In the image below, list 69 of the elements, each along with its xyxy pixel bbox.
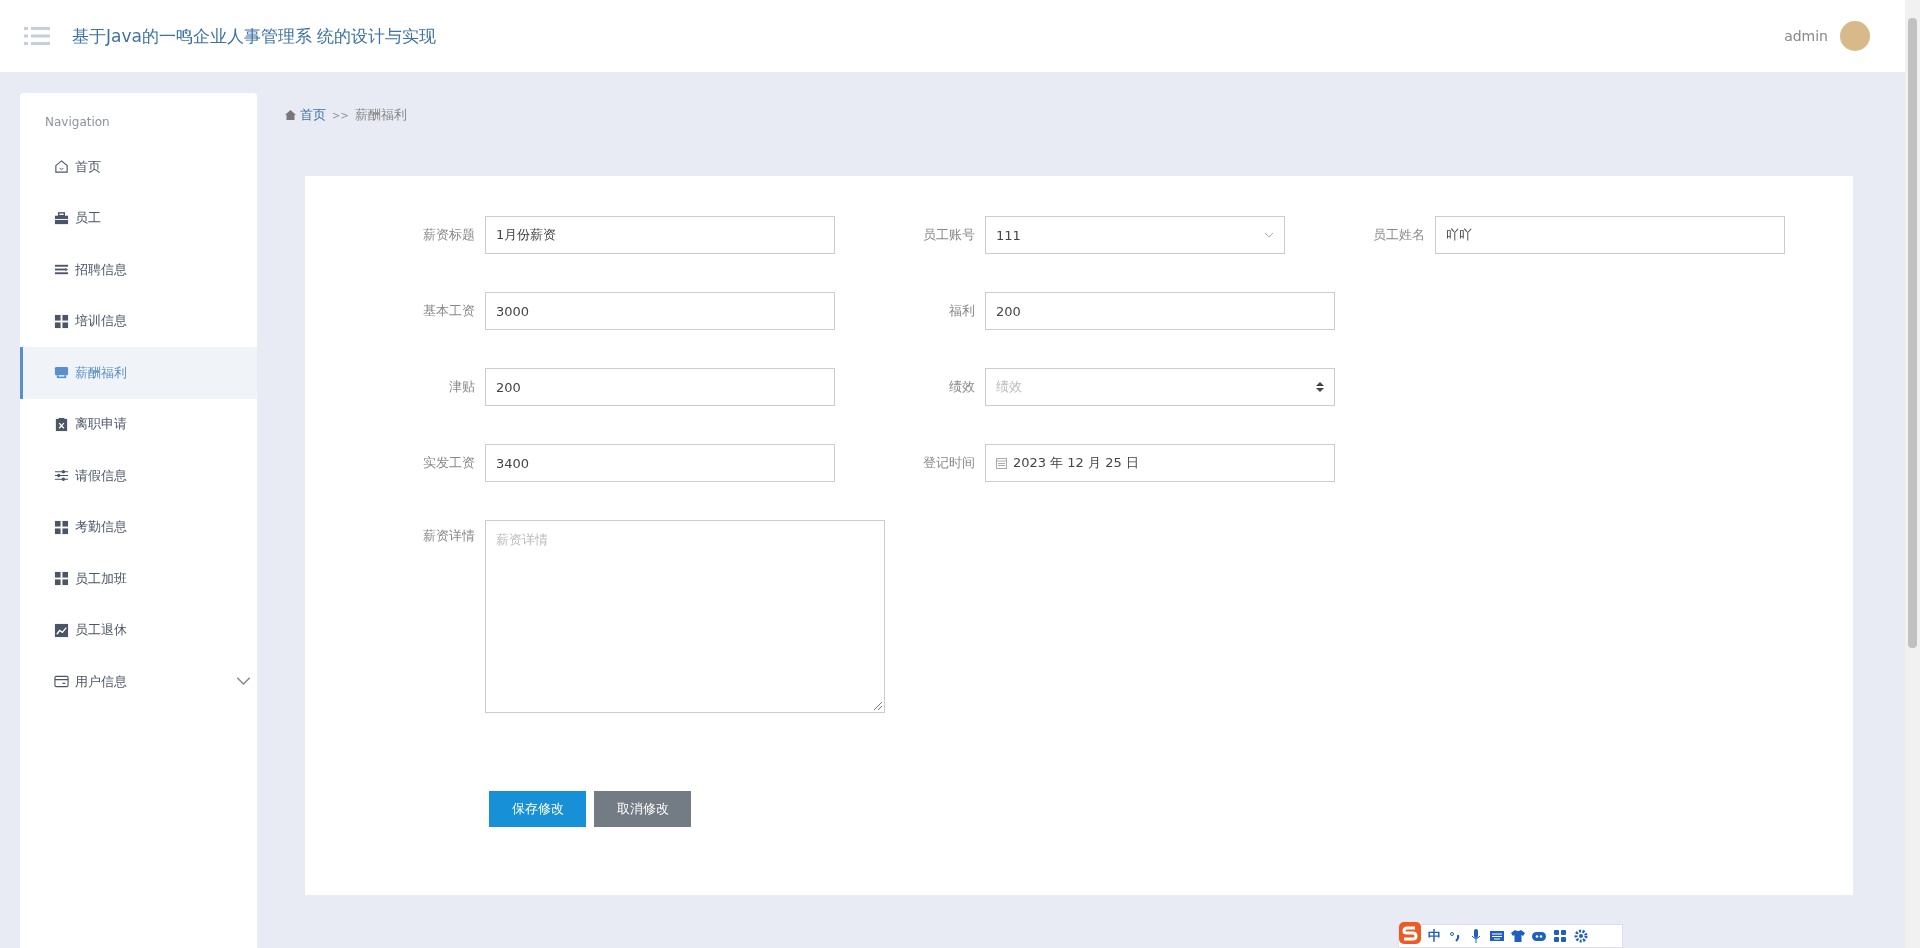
- robot-icon[interactable]: [1532, 929, 1546, 943]
- nav-item[interactable]: 招聘信息: [20, 244, 257, 296]
- field-value: 吖吖: [1446, 226, 1472, 244]
- grid-icon: [54, 571, 69, 587]
- field-value: 3400: [496, 455, 530, 471]
- text-field[interactable]: 1月份薪资: [485, 216, 835, 254]
- nav-item[interactable]: 员工加班: [20, 553, 257, 605]
- text-field[interactable]: 200: [485, 368, 835, 406]
- nav-item[interactable]: 考勤信息: [20, 501, 257, 553]
- field-label: 实发工资: [422, 454, 475, 472]
- shirt-icon[interactable]: [1511, 929, 1525, 943]
- account-select[interactable]: 111: [985, 216, 1285, 254]
- input-mode[interactable]: 中: [1428, 927, 1441, 945]
- field-label: 基本工资: [422, 302, 475, 320]
- sliders-icon: [54, 468, 69, 484]
- nav-item[interactable]: 员工: [20, 192, 257, 244]
- nav-item[interactable]: 培训信息: [20, 295, 257, 347]
- grid-icon: [54, 519, 69, 535]
- username[interactable]: admin: [1784, 28, 1828, 44]
- breadcrumb-current: 薪酬福利: [354, 106, 407, 124]
- field-value: 2023 年 12 月 25 日: [1013, 454, 1139, 472]
- date-field[interactable]: 2023 年 12 月 25 日: [985, 444, 1335, 482]
- calendar-icon: [996, 457, 1007, 469]
- home-icon: [54, 159, 69, 175]
- text-field[interactable]: 3400: [485, 444, 835, 482]
- cancel-button[interactable]: 取消修改: [594, 791, 691, 827]
- text-field[interactable]: 200: [985, 292, 1335, 330]
- chart-icon: [54, 622, 69, 638]
- nav-item[interactable]: 离职申请: [20, 398, 257, 450]
- grid-icon: [54, 313, 69, 329]
- settings-icon[interactable]: [1574, 929, 1588, 943]
- field-value: 200: [996, 303, 1021, 319]
- nav-item[interactable]: 请假信息: [20, 450, 257, 502]
- card-icon: [54, 674, 69, 690]
- punctuation-icon[interactable]: [1448, 929, 1462, 943]
- spinner-icon[interactable]: [1316, 382, 1324, 392]
- field-value: 200: [496, 379, 521, 395]
- field-label: 薪资标题: [422, 226, 475, 244]
- breadcrumb-link[interactable]: 首页: [285, 106, 326, 124]
- text-field[interactable]: 吖吖: [1435, 216, 1785, 254]
- briefcase-icon: [54, 210, 69, 226]
- nav-item[interactable]: 用户信息: [20, 656, 257, 708]
- field-value: 111: [996, 227, 1021, 243]
- s-logo-icon[interactable]: [1399, 922, 1421, 944]
- microphone-icon[interactable]: [1469, 929, 1483, 943]
- inbox-icon: [54, 365, 69, 381]
- field-label: 绩效: [948, 378, 975, 396]
- text-field[interactable]: 3000: [485, 292, 835, 330]
- placeholder-text: 薪资详情: [496, 531, 548, 549]
- field-label: 登记时间: [922, 454, 975, 472]
- nav-heading: Navigation: [45, 115, 111, 129]
- chevron-down-icon: [1264, 232, 1274, 238]
- field-value: 1月份薪资: [496, 226, 557, 244]
- keyboard-icon[interactable]: [1490, 929, 1504, 943]
- clipboard-icon: [54, 416, 69, 432]
- resize-handle-icon[interactable]: [874, 702, 882, 710]
- field-label: 福利: [948, 302, 975, 320]
- breadcrumb-separator: >>: [332, 109, 349, 121]
- field-label: 员工账号: [922, 226, 975, 244]
- app-title: 基于Java的一鸣企业人事管理系 统的设计与实现: [72, 24, 437, 48]
- placeholder-text: 绩效: [996, 378, 1022, 396]
- nav-item[interactable]: 首页: [20, 141, 257, 193]
- field-label: 津贴: [448, 378, 475, 396]
- field-label: 薪资详情: [422, 527, 475, 545]
- field-value: 3000: [496, 303, 530, 319]
- nav-item[interactable]: 员工退休: [20, 604, 257, 656]
- field-label: 员工姓名: [1372, 226, 1425, 244]
- grid-icon[interactable]: [1553, 929, 1567, 943]
- home-icon: [285, 110, 296, 120]
